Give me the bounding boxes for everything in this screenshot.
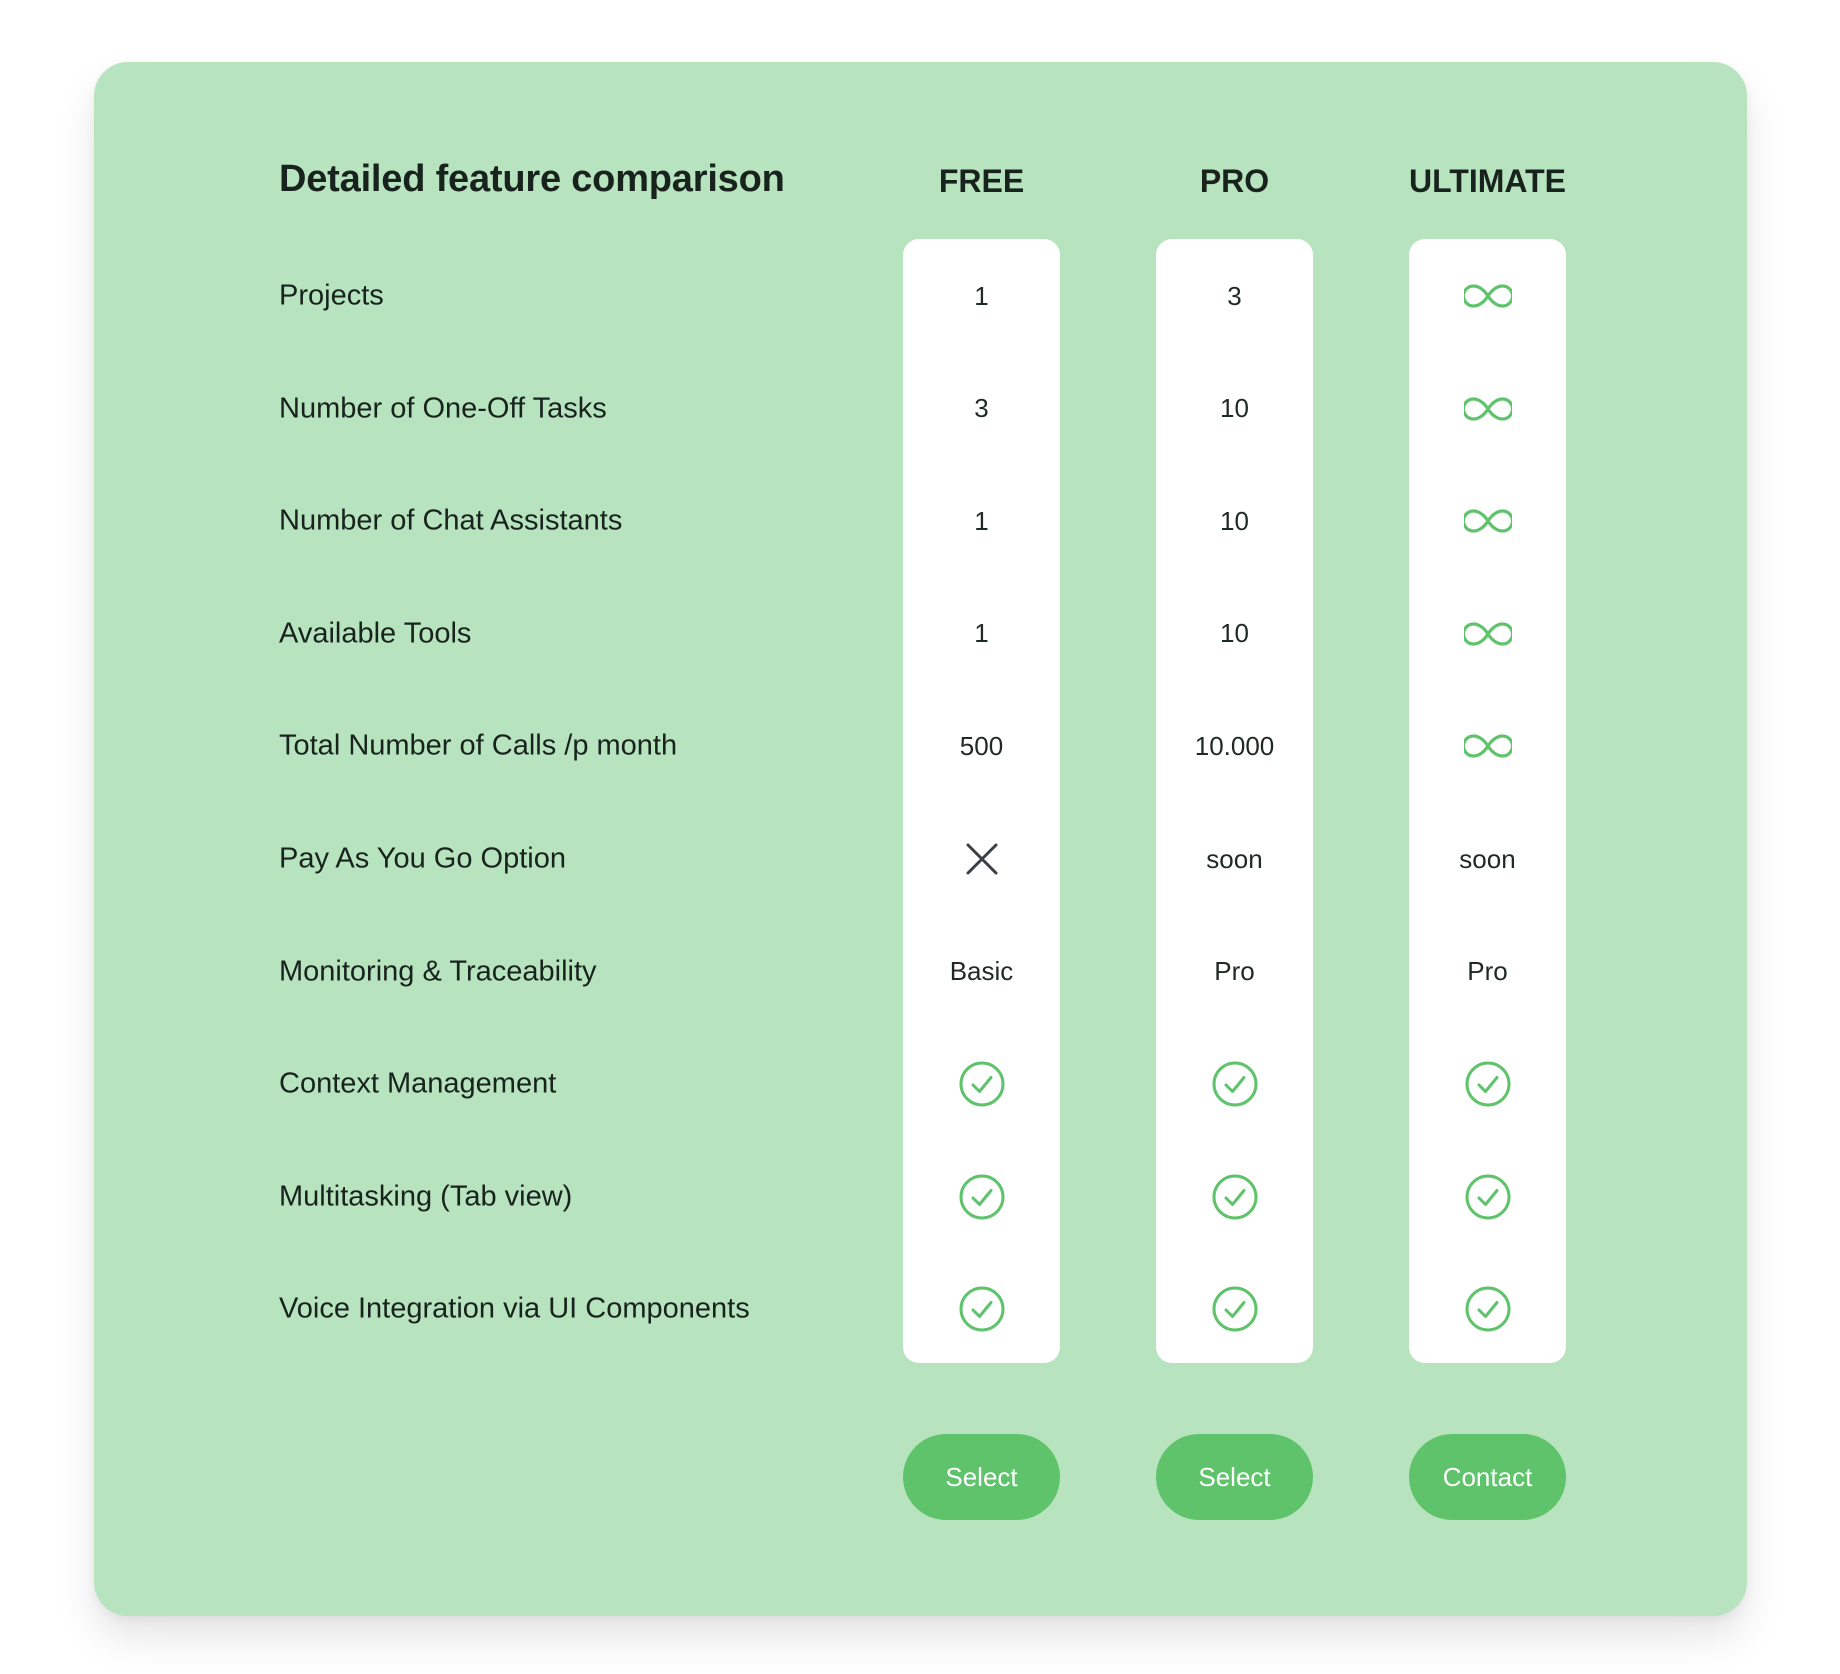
contact-button-ultimate[interactable]: Contact	[1409, 1434, 1566, 1520]
feature-label: Voice Integration via UI Components	[279, 1292, 750, 1325]
feature-value: 1	[974, 618, 989, 649]
infinity-icon	[1409, 716, 1566, 776]
feature-value: 10.000	[1194, 730, 1275, 761]
check-circle-icon	[1156, 1054, 1313, 1114]
check-circle-icon	[903, 1054, 1060, 1114]
feature-label: Number of Chat Assistants	[279, 504, 623, 537]
feature-value: 3	[1227, 280, 1242, 311]
page-title: Detailed feature comparison	[279, 158, 785, 200]
select-button-pro[interactable]: Select	[1156, 1434, 1313, 1520]
feature-value: 10	[1220, 618, 1249, 649]
infinity-icon	[1409, 379, 1566, 439]
check-circle-icon	[903, 1279, 1060, 1339]
feature-value: 10	[1220, 505, 1249, 536]
feature-value: 10	[1220, 393, 1249, 424]
plan-header-free: FREE	[938, 163, 1025, 199]
feature-value: 500	[959, 730, 1004, 761]
check-circle-icon	[1409, 1054, 1566, 1114]
feature-value: soon	[1206, 843, 1263, 874]
check-circle-icon	[903, 1167, 1060, 1227]
plan-header-ultimate: ULTIMATE	[1409, 163, 1566, 199]
infinity-icon	[1409, 491, 1566, 551]
feature-value: 1	[974, 505, 989, 536]
check-circle-icon	[1409, 1167, 1566, 1227]
feature-label: Monitoring & Traceability	[279, 955, 597, 988]
select-button-free[interactable]: Select	[903, 1434, 1060, 1520]
plan-header-pro: PRO	[1199, 163, 1270, 199]
feature-label: Total Number of Calls /p month	[279, 729, 678, 762]
check-circle-icon	[1156, 1167, 1313, 1227]
check-circle-icon	[1156, 1279, 1313, 1339]
feature-label: Pay As You Go Option	[279, 842, 566, 875]
feature-label: Number of One-Off Tasks	[279, 392, 607, 425]
feature-value: Basic	[949, 956, 1014, 987]
feature-value: Pro	[1467, 956, 1508, 987]
feature-label: Context Management	[279, 1067, 557, 1100]
feature-value: Pro	[1214, 956, 1255, 987]
feature-label: Multitasking (Tab view)	[279, 1180, 573, 1213]
feature-value: 1	[974, 280, 989, 311]
infinity-icon	[1409, 266, 1566, 326]
infinity-icon	[1409, 604, 1566, 664]
feature-label: Available Tools	[279, 617, 472, 650]
feature-value: 3	[974, 393, 989, 424]
feature-value: soon	[1459, 843, 1516, 874]
check-circle-icon	[1409, 1279, 1566, 1339]
feature-label: Projects	[279, 279, 384, 312]
cross-icon	[903, 829, 1060, 889]
